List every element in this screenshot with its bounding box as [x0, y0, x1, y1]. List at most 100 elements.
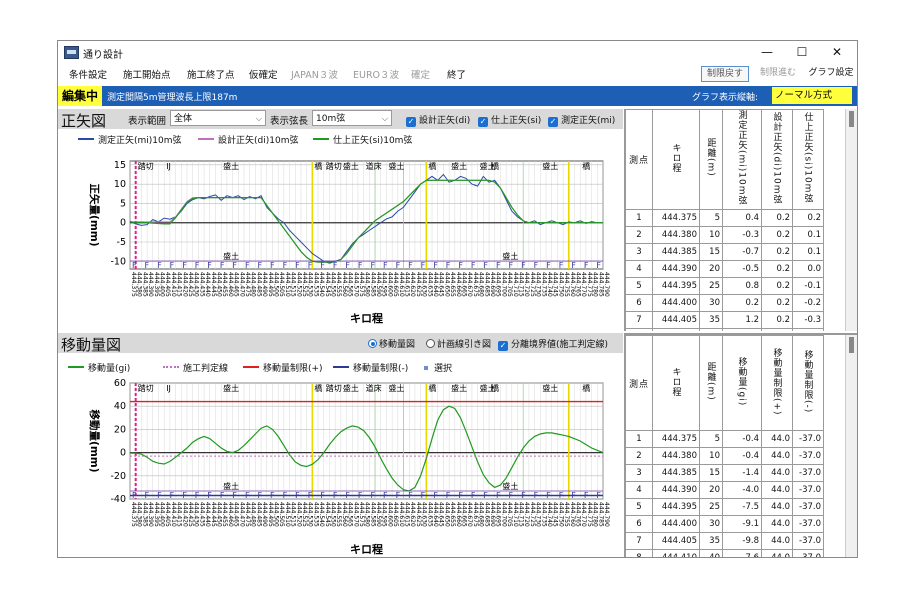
table-row[interactable]: 7 444.405 35 -9.8 44.0 -37.0	[625, 532, 824, 550]
versine-data-grid[interactable]: 測点 キロ程 距離(m) 測定正矢(mi)10m弦 設計正矢(di)10m弦 仕上正矢(s…	[624, 109, 857, 331]
table-cell[interactable]: 7	[625, 532, 653, 550]
table-cell[interactable]: 4	[625, 481, 653, 499]
chord-select[interactable]: 10m弦 ⌵	[312, 110, 392, 126]
table-cell[interactable]: -0.4	[722, 447, 762, 465]
radio-plan-line[interactable]: 計画線引き図	[426, 337, 491, 350]
menu-provisional-confirm[interactable]: 仮確定	[249, 67, 278, 81]
table-cell[interactable]: 0.9	[722, 327, 762, 331]
table-row[interactable]: 2 444.380 10 -0.4 44.0 -37.0	[625, 447, 824, 465]
table-cell[interactable]: 1.2	[722, 310, 762, 329]
table-cell[interactable]: 44.0	[761, 498, 793, 516]
menu-confirm[interactable]: 確定	[411, 67, 430, 81]
redo-limit-button[interactable]: 制限進む	[755, 66, 801, 80]
table-cell[interactable]: 444.395	[652, 276, 700, 295]
table-cell[interactable]: 25	[699, 498, 723, 516]
table-cell[interactable]: 10	[699, 225, 723, 244]
table-cell[interactable]: 0.2	[761, 293, 793, 312]
table-cell[interactable]: -9.1	[722, 515, 762, 533]
check-separation-boundary[interactable]: ✓ 分離境界値(施工判定線)	[498, 337, 608, 351]
table-cell[interactable]: 0.1	[792, 225, 824, 244]
table-cell[interactable]: -0.3	[792, 310, 824, 329]
vertical-scrollbar[interactable]	[845, 109, 857, 331]
table-cell[interactable]: 44.0	[761, 549, 793, 557]
check-finish-versine[interactable]: ✓ 仕上正矢(si)	[478, 113, 541, 127]
table-row[interactable]: 3 444.385 15 -1.4 44.0 -37.0	[625, 464, 824, 482]
table-cell[interactable]: 0.2	[761, 327, 793, 331]
table-cell[interactable]: 0.2	[761, 242, 793, 261]
table-row[interactable]: 1 444.375 5 -0.4 44.0 -37.0	[625, 430, 824, 448]
table-cell[interactable]: 44.0	[761, 447, 793, 465]
table-cell[interactable]: 6	[625, 293, 653, 312]
table-cell[interactable]: 35	[699, 532, 723, 550]
table-cell[interactable]: 8	[625, 327, 653, 331]
table-cell[interactable]: 444.410	[652, 327, 700, 331]
column-header[interactable]: 移動量(gi)	[722, 335, 762, 431]
table-cell[interactable]: 444.380	[652, 225, 700, 244]
radio-movement[interactable]: 移動量図	[368, 337, 415, 350]
table-cell[interactable]: 25	[699, 276, 723, 295]
table-cell[interactable]: 5	[699, 430, 723, 448]
table-cell[interactable]: -37.0	[792, 549, 824, 557]
vertical-scrollbar[interactable]	[845, 335, 857, 557]
table-row[interactable]: 5 444.395 25 -7.5 44.0 -37.0	[625, 498, 824, 516]
table-cell[interactable]: 444.405	[652, 532, 700, 550]
table-cell[interactable]: 0.2	[761, 276, 793, 295]
menu-end-point[interactable]: 施工終了点	[187, 67, 235, 81]
table-cell[interactable]: 0.2	[761, 310, 793, 329]
scroll-thumb[interactable]	[849, 337, 854, 353]
column-header[interactable]: 測定正矢(mi)10m弦	[722, 109, 762, 210]
column-header[interactable]: 測点	[625, 335, 653, 431]
table-row[interactable]: 8 444.410 40 -7.6 44.0 -37.0	[625, 549, 824, 557]
table-cell[interactable]: -37.0	[792, 464, 824, 482]
table-cell[interactable]: 444.385	[652, 464, 700, 482]
table-cell[interactable]: 44.0	[761, 430, 793, 448]
table-cell[interactable]: 5	[625, 276, 653, 295]
menu-exit[interactable]: 終了	[447, 67, 466, 81]
table-cell[interactable]: 0.2	[761, 259, 793, 278]
table-cell[interactable]: -37.0	[792, 498, 824, 516]
table-cell[interactable]: 5	[625, 498, 653, 516]
table-cell[interactable]: 35	[699, 310, 723, 329]
table-cell[interactable]: -4.0	[722, 481, 762, 499]
table-row[interactable]: 1 444.375 5 0.4 0.2 0.2	[625, 208, 824, 227]
table-cell[interactable]: 444.380	[652, 447, 700, 465]
table-cell[interactable]: 444.375	[652, 208, 700, 227]
column-header[interactable]: 距離(m)	[699, 109, 723, 210]
table-cell[interactable]: 444.405	[652, 310, 700, 329]
table-cell[interactable]: 44.0	[761, 464, 793, 482]
table-cell[interactable]: 0.4	[722, 208, 762, 227]
table-cell[interactable]: 0.0	[792, 259, 824, 278]
table-cell[interactable]: -37.0	[792, 532, 824, 550]
table-cell[interactable]: -37.0	[792, 447, 824, 465]
column-header[interactable]: 距離(m)	[699, 335, 723, 431]
table-cell[interactable]: 444.375	[652, 430, 700, 448]
table-row[interactable]: 2 444.380 10 -0.3 0.2 0.1	[625, 225, 824, 244]
table-cell[interactable]: -7.6	[722, 549, 762, 557]
table-cell[interactable]: -0.5	[722, 259, 762, 278]
table-row[interactable]: 8444.410400.90.2-0.3	[625, 327, 824, 331]
table-cell[interactable]: 444.410	[652, 549, 700, 557]
table-cell[interactable]: 15	[699, 464, 723, 482]
table-cell[interactable]: 0.2	[722, 293, 762, 312]
menu-conditions[interactable]: 条件設定	[69, 67, 107, 81]
table-cell[interactable]: 40	[699, 549, 723, 557]
axis-mode-value[interactable]: ノーマル方式	[772, 87, 852, 104]
maximize-button[interactable]: ☐	[787, 43, 817, 61]
table-cell[interactable]: 0.8	[722, 276, 762, 295]
table-row[interactable]: 4 444.390 20 -0.5 0.2 0.0	[625, 259, 824, 278]
table-cell[interactable]: -7.5	[722, 498, 762, 516]
table-row[interactable]: 6 444.400 30 -9.1 44.0 -37.0	[625, 515, 824, 533]
table-cell[interactable]: 44.0	[761, 515, 793, 533]
table-cell[interactable]: 44.0	[761, 532, 793, 550]
table-cell[interactable]: 0.1	[792, 242, 824, 261]
minimize-button[interactable]: —	[752, 43, 782, 61]
table-cell[interactable]: 30	[699, 515, 723, 533]
table-cell[interactable]: 2	[625, 447, 653, 465]
check-measured-versine[interactable]: ✓ 測定正矢(mi)	[548, 113, 615, 127]
table-row[interactable]: 5 444.395 25 0.8 0.2 -0.1	[625, 276, 824, 295]
table-cell[interactable]: 444.390	[652, 481, 700, 499]
table-cell[interactable]: 1	[625, 430, 653, 448]
table-cell[interactable]: 444.390	[652, 259, 700, 278]
table-row[interactable]: 3 444.385 15 -0.7 0.2 0.1	[625, 242, 824, 261]
table-cell[interactable]: -0.7	[722, 242, 762, 261]
